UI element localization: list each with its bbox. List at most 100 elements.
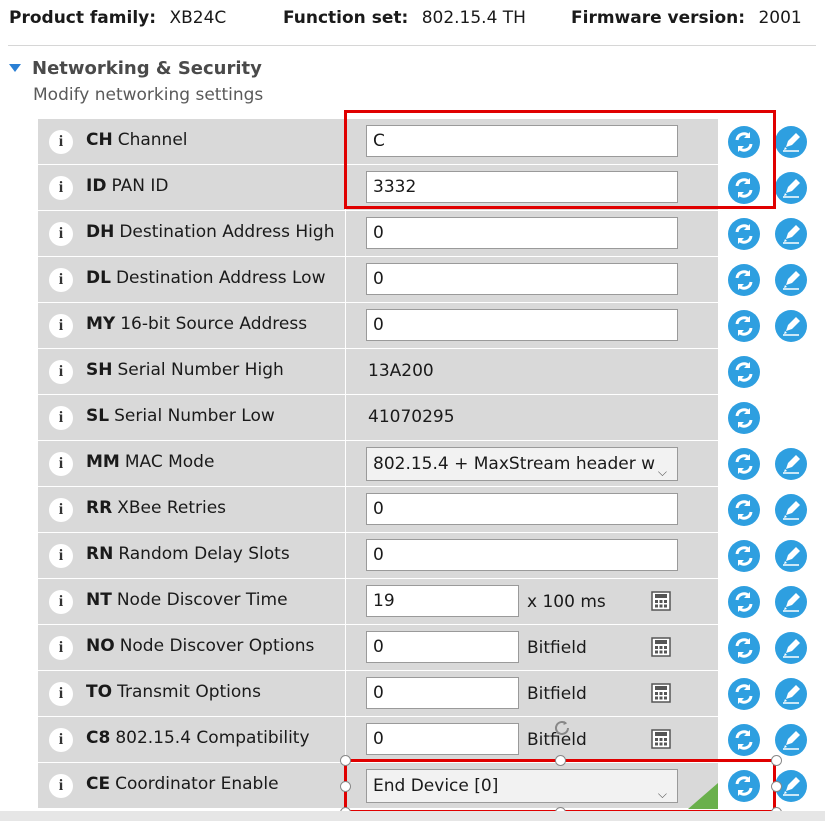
info-icon[interactable]: i [49,130,73,154]
resize-handle[interactable] [340,781,351,792]
resize-handle[interactable] [771,755,782,766]
setting-value-cell: 802.15.4 + MaxStream header w ⌵ [346,441,718,486]
read-refresh-icon[interactable] [728,218,760,250]
read-refresh-icon[interactable] [728,632,760,664]
mm-select[interactable]: 802.15.4 + MaxStream header w ⌵ [366,447,678,481]
info-icon[interactable]: i [49,590,73,614]
no-unit: Bitfield [527,638,587,658]
info-icon[interactable]: i [49,682,73,706]
setting-actions [719,349,816,394]
read-refresh-icon[interactable] [728,586,760,618]
info-icon[interactable]: i [49,544,73,568]
info-icon[interactable]: i [49,314,73,338]
info-icon[interactable]: i [49,176,73,200]
section-title[interactable]: Networking & Security [32,58,262,79]
setting-value-cell [346,487,718,532]
setting-actions [719,441,816,486]
setting-label-cell: i DH Destination Address High [38,211,345,256]
setting-row-sl: i SL Serial Number Low 41070295 [38,395,816,441]
write-pencil-icon[interactable] [775,218,807,250]
resize-handle[interactable] [555,755,566,766]
setting-name: Serial Number Low [114,406,275,426]
my-input[interactable] [366,309,678,341]
dl-input[interactable] [366,263,678,295]
write-pencil-icon[interactable] [775,448,807,480]
chevron-down-icon: ⌵ [657,465,667,479]
no-input[interactable] [366,631,519,663]
function-set: Function set: 802.15.4 TH [283,8,526,28]
setting-value-cell: Bitfield [346,717,718,762]
write-pencil-icon[interactable] [775,172,807,204]
settings-list: iCHChanneliIDPAN IDiDHDestination Addres… [38,119,816,809]
setting-code: RR [86,498,113,518]
info-icon[interactable]: i [49,360,73,384]
calculator-icon[interactable] [651,591,671,611]
setting-row-c8: i C8802.15.4 Compatibility Bitfield [38,717,816,763]
write-pencil-icon[interactable] [775,264,807,296]
calculator-icon[interactable] [651,637,671,657]
setting-actions [719,257,816,302]
read-refresh-icon[interactable] [728,678,760,710]
dh-input[interactable] [366,217,678,249]
setting-row-mm: i MM MAC Mode 802.15.4 + MaxStream header w… [38,441,816,487]
setting-value-cell: 41070295 [346,395,718,440]
write-pencil-icon[interactable] [775,540,807,572]
write-pencil-icon[interactable] [775,494,807,526]
write-pencil-icon[interactable] [775,724,807,756]
c8-input[interactable] [366,723,519,755]
setting-value-cell [346,257,718,302]
resize-handle[interactable] [771,781,782,792]
read-refresh-icon[interactable] [728,356,760,388]
highlight-box-ch-id [344,110,776,209]
setting-actions [719,625,816,670]
setting-code: MY [86,314,116,334]
setting-label: DL Destination Address Low [86,268,326,288]
write-pencil-icon[interactable] [775,126,807,158]
setting-name: PAN ID [111,176,169,196]
rn-input[interactable] [366,539,678,571]
setting-label-cell: i SH Serial Number High [38,349,345,394]
rr-input[interactable] [366,493,678,525]
rotate-handle-icon[interactable] [551,717,573,739]
nt-input[interactable] [366,585,519,617]
setting-label-cell: i MY 16-bit Source Address [38,303,345,348]
setting-name: Random Delay Slots [118,544,290,564]
info-icon[interactable]: i [49,452,73,476]
read-refresh-icon[interactable] [728,402,760,434]
firmware-version: Firmware version: 2001 [571,8,802,28]
device-info-header: Product family: XB24C Function set: 802.… [0,0,825,38]
write-pencil-icon[interactable] [775,678,807,710]
read-refresh-icon[interactable] [728,724,760,756]
read-refresh-icon[interactable] [728,448,760,480]
info-icon[interactable]: i [49,406,73,430]
read-refresh-icon[interactable] [728,540,760,572]
setting-label: CH Channel [86,130,188,150]
write-pencil-icon[interactable] [775,586,807,618]
setting-actions [719,533,816,578]
info-icon[interactable]: i [49,268,73,292]
write-pencil-icon[interactable] [775,310,807,342]
setting-label: DH Destination Address High [86,222,334,242]
read-refresh-icon[interactable] [728,494,760,526]
write-pencil-icon[interactable] [775,632,807,664]
setting-value-cell [346,211,718,256]
read-refresh-icon[interactable] [728,264,760,296]
header-divider [8,45,816,46]
read-refresh-icon[interactable] [728,310,760,342]
info-icon[interactable]: i [49,636,73,660]
setting-code: CE [86,774,111,794]
setting-name: Coordinator Enable [115,774,279,794]
setting-value-cell [346,303,718,348]
setting-row-my: i MY 16-bit Source Address [38,303,816,349]
resize-handle[interactable] [340,755,351,766]
info-icon[interactable]: i [49,222,73,246]
info-icon[interactable]: i [49,498,73,522]
setting-value-cell: Bitfield [346,625,718,670]
nt-unit: x 100 ms [527,592,606,612]
info-icon[interactable]: i [49,728,73,752]
calculator-icon[interactable] [651,729,671,749]
calculator-icon[interactable] [651,683,671,703]
to-input[interactable] [366,677,519,709]
info-icon[interactable]: i [49,774,73,798]
collapse-triangle-icon[interactable] [9,64,21,72]
